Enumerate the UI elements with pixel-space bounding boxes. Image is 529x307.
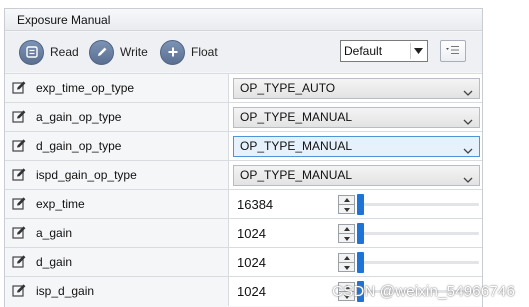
- slider-thumb[interactable]: [357, 252, 364, 273]
- pencil-icon: [89, 39, 114, 65]
- param-row-a-gain-op-type: a_gain_op_type OP_TYPE_MANUAL: [5, 102, 482, 132]
- numeric-value[interactable]: 1024: [237, 248, 266, 277]
- edit-icon[interactable]: [12, 138, 27, 153]
- value-stepper[interactable]: [338, 253, 355, 272]
- value-cell: OP_TYPE_AUTO: [228, 74, 482, 103]
- edit-icon[interactable]: [12, 167, 27, 182]
- value-cell: OP_TYPE_MANUAL: [228, 103, 482, 132]
- chevron-down-icon: [463, 113, 473, 125]
- stepper-down-icon[interactable]: [339, 234, 354, 243]
- stepper-up-icon[interactable]: [339, 196, 354, 205]
- param-row-ispd-gain-op-type: ispd_gain_op_type OP_TYPE_MANUAL: [5, 160, 482, 190]
- edit-icon[interactable]: [12, 196, 27, 211]
- exposure-manual-panel: Exposure Manual Read Write Float Default: [4, 8, 483, 307]
- preset-select-value: Default: [344, 44, 383, 58]
- toolbar: Read Write Float Default: [5, 32, 482, 72]
- op-type-select[interactable]: OP_TYPE_MANUAL: [233, 165, 480, 186]
- op-type-value: OP_TYPE_MANUAL: [240, 110, 353, 124]
- read-button-label: Read: [50, 45, 79, 59]
- value-cell: 1024: [228, 219, 482, 248]
- edit-icon[interactable]: [12, 283, 27, 298]
- slider-thumb[interactable]: [357, 223, 364, 244]
- edit-icon[interactable]: [12, 254, 27, 269]
- edit-icon[interactable]: [12, 225, 27, 240]
- edit-icon[interactable]: [12, 109, 27, 124]
- stepper-down-icon[interactable]: [339, 205, 354, 214]
- stepper-down-icon[interactable]: [339, 263, 354, 272]
- param-name: a_gain_op_type: [36, 110, 122, 124]
- value-cell: 1024: [228, 248, 482, 277]
- value-stepper[interactable]: [338, 224, 355, 243]
- list-menu-icon: [446, 44, 460, 58]
- stepper-up-icon[interactable]: [339, 254, 354, 263]
- op-type-value: OP_TYPE_MANUAL: [240, 168, 353, 182]
- param-name: d_gain_op_type: [36, 139, 122, 153]
- slider-track[interactable]: [357, 203, 479, 206]
- list-menu-button[interactable]: [440, 40, 466, 62]
- parameter-grid: exp_time_op_type OP_TYPE_AUTO a_gain_op_ty…: [5, 73, 482, 306]
- chevron-down-icon: [463, 142, 473, 154]
- read-button[interactable]: Read: [19, 39, 79, 65]
- float-button[interactable]: Float: [160, 39, 218, 65]
- slider-thumb[interactable]: [357, 194, 364, 215]
- op-type-value: OP_TYPE_AUTO: [240, 81, 336, 95]
- numeric-value[interactable]: 1024: [237, 277, 266, 306]
- param-name: exp_time_op_type: [36, 81, 135, 95]
- read-icon: [19, 39, 44, 65]
- preset-select[interactable]: Default: [340, 40, 428, 62]
- select-arrow-icon: [410, 43, 425, 59]
- op-type-select[interactable]: OP_TYPE_MANUAL: [233, 136, 480, 157]
- param-row-d-gain: d_gain 1024: [5, 247, 482, 277]
- param-name: exp_time: [36, 197, 85, 211]
- param-name: isp_d_gain: [36, 284, 95, 298]
- write-button[interactable]: Write: [89, 39, 148, 65]
- float-button-label: Float: [191, 45, 218, 59]
- param-row-exp-time-op-type: exp_time_op_type OP_TYPE_AUTO: [5, 73, 482, 103]
- value-cell: 16384: [228, 190, 482, 219]
- param-row-exp-time: exp_time 16384: [5, 189, 482, 219]
- op-type-select[interactable]: OP_TYPE_AUTO: [233, 78, 480, 99]
- param-name: d_gain: [36, 255, 73, 269]
- watermark: CSDN @weixin_54966746: [332, 283, 515, 300]
- plus-icon: [160, 39, 185, 65]
- stepper-up-icon[interactable]: [339, 225, 354, 234]
- param-name: a_gain: [36, 226, 73, 240]
- numeric-value[interactable]: 1024: [237, 219, 266, 248]
- chevron-down-icon: [463, 84, 473, 96]
- op-type-select[interactable]: OP_TYPE_MANUAL: [233, 107, 480, 128]
- chevron-down-icon: [463, 171, 473, 183]
- value-cell: OP_TYPE_MANUAL: [228, 132, 482, 161]
- panel-title: Exposure Manual: [5, 9, 482, 31]
- numeric-value[interactable]: 16384: [237, 190, 273, 219]
- slider-track[interactable]: [357, 261, 479, 264]
- write-button-label: Write: [120, 45, 148, 59]
- param-row-a-gain: a_gain 1024: [5, 218, 482, 248]
- op-type-value: OP_TYPE_MANUAL: [240, 139, 353, 153]
- slider-track[interactable]: [357, 232, 479, 235]
- param-name: ispd_gain_op_type: [36, 168, 137, 182]
- value-cell: OP_TYPE_MANUAL: [228, 161, 482, 190]
- param-row-d-gain-op-type: d_gain_op_type OP_TYPE_MANUAL: [5, 131, 482, 161]
- edit-icon[interactable]: [12, 80, 27, 95]
- value-stepper[interactable]: [338, 195, 355, 214]
